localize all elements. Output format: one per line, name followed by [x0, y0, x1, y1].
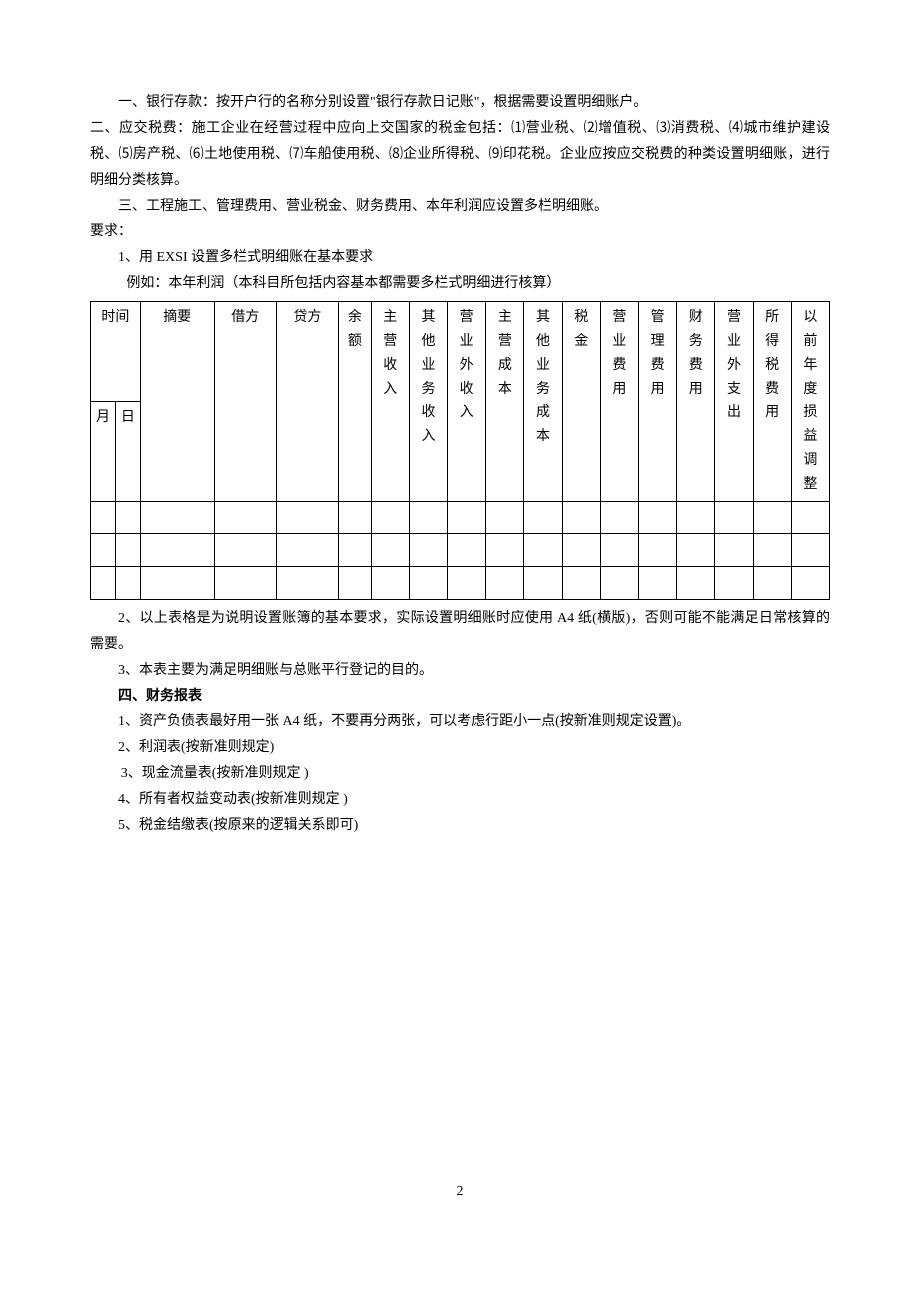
cell: [276, 534, 338, 567]
section-4-title: 四、财务报表: [90, 684, 830, 710]
paragraph-multi-column: 三、工程施工、管理费用、营业税金、财务费用、本年利润应设置多栏明细账。: [90, 194, 830, 220]
requirement-1-example: 例如：本年利润（本科目所包括内容基本都需要多栏式明细进行核算）: [90, 271, 830, 297]
col-nonop-revenue: 营业外收入: [448, 302, 486, 501]
col-credit: 贷方: [276, 302, 338, 501]
cell: [562, 501, 600, 534]
cell: [276, 501, 338, 534]
col-finance-expense: 财务费用: [677, 302, 715, 501]
cell: [371, 567, 409, 600]
cell: [677, 567, 715, 600]
requirements-label: 要求：: [90, 219, 830, 245]
col-debit: 借方: [214, 302, 276, 501]
table-header-row-1: 时间 摘要 借方 贷方 余额 主营收入 其他业务收入 营业外收入 主营成本 其他…: [91, 302, 830, 402]
col-other-revenue: 其他业务收入: [409, 302, 447, 501]
paragraph-tax-payable: 二、应交税费：施工企业在经营过程中应向上交国家的税金包括：⑴营业税、⑵增值税、⑶…: [90, 116, 830, 194]
cell: [600, 534, 638, 567]
col-other-cost: 其他业务成本: [524, 302, 562, 501]
cell: [448, 501, 486, 534]
section-4-item-1: 1、资产负债表最好用一张 A4 纸，不要再分两张，可以考虑行距小一点(按新准则规…: [90, 709, 830, 735]
section-4-item-3: 3、现金流量表(按新准则规定 ): [90, 761, 830, 787]
document-page: 一、银行存款：按开户行的名称分别设置"银行存款日记账"，根据需要设置明细账户。 …: [0, 0, 920, 1245]
col-summary: 摘要: [140, 302, 214, 501]
col-main-revenue: 主营收入: [371, 302, 409, 501]
cell: [214, 567, 276, 600]
table-row: [91, 534, 830, 567]
cell: [791, 534, 829, 567]
cell: [677, 534, 715, 567]
cell: [91, 534, 116, 567]
cell: [600, 567, 638, 600]
col-main-cost: 主营成本: [486, 302, 524, 501]
col-month: 月: [91, 401, 116, 501]
cell: [409, 501, 447, 534]
paragraph-bank-deposit: 一、银行存款：按开户行的名称分别设置"银行存款日记账"，根据需要设置明细账户。: [90, 90, 830, 116]
cell: [677, 501, 715, 534]
cell: [791, 567, 829, 600]
section-4-item-4: 4、所有者权益变动表(按新准则规定 ): [90, 787, 830, 813]
cell: [639, 567, 677, 600]
cell: [140, 534, 214, 567]
col-time: 时间: [91, 302, 141, 402]
cell: [524, 534, 562, 567]
cell: [524, 567, 562, 600]
requirement-2: 2、以上表格是为说明设置账簿的基本要求，实际设置明细账时应使用 A4 纸(横版)…: [90, 606, 830, 658]
ledger-table: 时间 摘要 借方 贷方 余额 主营收入 其他业务收入 营业外收入 主营成本 其他…: [90, 301, 830, 600]
cell: [448, 567, 486, 600]
cell: [753, 567, 791, 600]
col-income-tax: 所得税费用: [753, 302, 791, 501]
table-row: [91, 567, 830, 600]
table-row: [91, 501, 830, 534]
col-admin-expense: 管理费用: [639, 302, 677, 501]
page-number: 2: [90, 1179, 830, 1205]
cell: [562, 534, 600, 567]
requirement-1: 1、用 EXSI 设置多栏式明细账在基本要求: [90, 245, 830, 271]
cell: [600, 501, 638, 534]
cell: [486, 534, 524, 567]
cell: [115, 567, 140, 600]
col-operating-expense: 营业费用: [600, 302, 638, 501]
cell: [448, 534, 486, 567]
cell: [339, 567, 372, 600]
cell: [486, 501, 524, 534]
cell: [214, 534, 276, 567]
cell: [715, 534, 753, 567]
cell: [371, 501, 409, 534]
cell: [276, 567, 338, 600]
cell: [91, 501, 116, 534]
col-prior-adjust: 以前年度损益调整: [791, 302, 829, 501]
cell: [524, 501, 562, 534]
section-4-item-5: 5、税金结缴表(按原来的逻辑关系即可): [90, 813, 830, 839]
cell: [140, 501, 214, 534]
cell: [639, 501, 677, 534]
cell: [753, 501, 791, 534]
col-day: 日: [115, 401, 140, 501]
cell: [486, 567, 524, 600]
cell: [115, 501, 140, 534]
section-4-item-2: 2、利润表(按新准则规定): [90, 735, 830, 761]
cell: [339, 501, 372, 534]
cell: [562, 567, 600, 600]
cell: [409, 534, 447, 567]
cell: [753, 534, 791, 567]
cell: [791, 501, 829, 534]
cell: [214, 501, 276, 534]
cell: [115, 534, 140, 567]
cell: [91, 567, 116, 600]
cell: [639, 534, 677, 567]
cell: [715, 567, 753, 600]
cell: [140, 567, 214, 600]
cell: [409, 567, 447, 600]
col-balance: 余额: [339, 302, 372, 501]
requirement-3: 3、本表主要为满足明细账与总账平行登记的目的。: [90, 658, 830, 684]
cell: [339, 534, 372, 567]
col-nonop-expense: 营业外支出: [715, 302, 753, 501]
col-tax: 税金: [562, 302, 600, 501]
cell: [715, 501, 753, 534]
cell: [371, 534, 409, 567]
